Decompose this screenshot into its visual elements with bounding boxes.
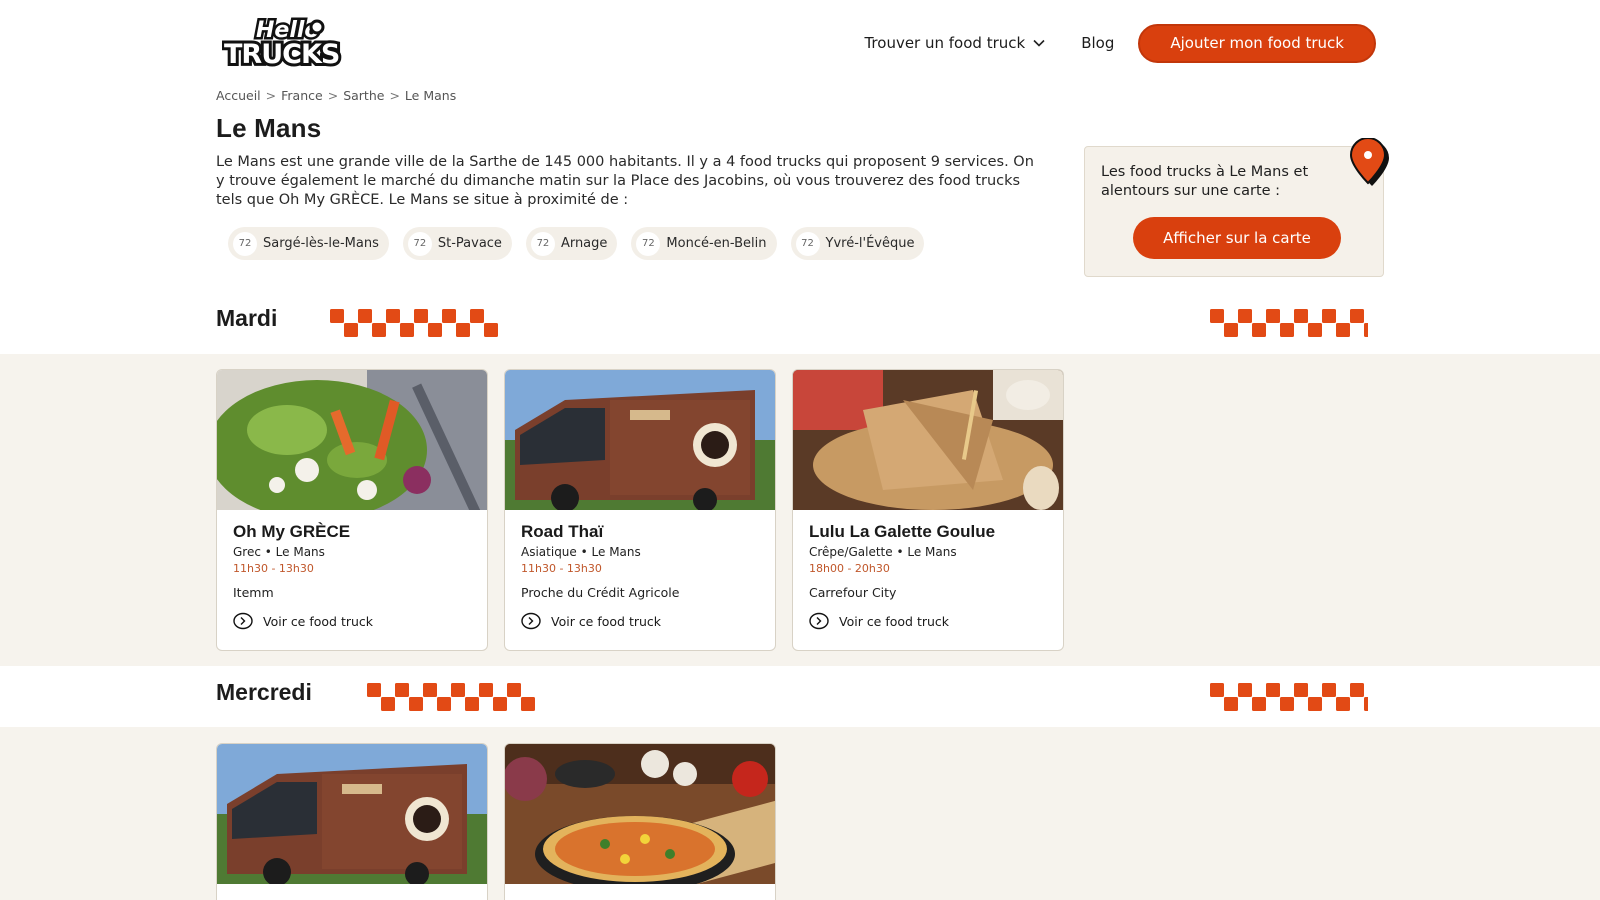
checker-decoration — [1210, 309, 1368, 337]
nearby-city-chip[interactable]: 72 Yvré-l'Évêque — [790, 227, 925, 260]
service-hours: 11h30 - 13h30 — [521, 562, 602, 575]
truck-image — [217, 744, 487, 884]
view-food-truck-link[interactable]: Voir ce food truck — [809, 612, 1047, 630]
dept-badge: 72 — [636, 231, 661, 256]
page-title: Le Mans — [216, 113, 322, 143]
nearby-city-chip[interactable]: 72 Sargé-lès-le-Mans — [228, 227, 389, 260]
map-card-text: Les food trucks à Le Mans et alentours s… — [1101, 164, 1309, 199]
hello-trucks-logo[interactable]: Hello TRUCKS — [222, 15, 358, 72]
breadcrumb-separator: > — [327, 88, 339, 103]
breadcrumb-accueil[interactable]: Accueil — [216, 88, 261, 103]
food-truck-meta: Grec • Le Mans — [233, 545, 325, 559]
food-truck-card[interactable] — [504, 743, 776, 900]
nearby-city-name: Yvré-l'Évêque — [825, 236, 915, 251]
view-food-truck-label: Voir ce food truck — [551, 613, 662, 629]
breadcrumb-sarthe[interactable]: Sarthe — [343, 88, 384, 103]
checker-decoration — [330, 309, 498, 337]
salad-image — [217, 370, 487, 510]
checker-decoration — [367, 683, 535, 711]
city: Le Mans — [907, 545, 957, 559]
food-truck-name: Road Thaï — [521, 522, 604, 541]
food-truck-photo — [217, 744, 487, 884]
food-truck-name: Lulu La Galette Goulue — [809, 522, 996, 541]
city: Le Mans — [275, 545, 325, 559]
galette-image — [793, 370, 1063, 510]
breadcrumb-separator: > — [389, 88, 400, 103]
view-food-truck-link[interactable]: Voir ce food truck — [521, 612, 759, 630]
service-place: Carrefour City — [809, 585, 897, 600]
city-intro: Le Mans est une grande ville de la Sarth… — [216, 154, 1034, 208]
service-hours: 18h00 - 20h30 — [809, 562, 890, 575]
food-truck-card[interactable]: Lulu La Galette Goulue Crêpe/Galette • L… — [792, 369, 1064, 651]
checker-decoration — [1210, 683, 1368, 711]
day-heading-mardi: Mardi — [216, 305, 278, 331]
food-truck-meta: Crêpe/Galette • Le Mans — [809, 545, 957, 559]
day-heading-mercredi: Mercredi — [216, 679, 312, 705]
food-truck-photo — [793, 370, 1063, 510]
food-truck-card[interactable]: Road Thaï Asiatique • Le Mans 11h30 - 13… — [504, 369, 776, 651]
map-card: Les food trucks à Le Mans et alentours s… — [1084, 146, 1384, 277]
city: Le Mans — [591, 545, 641, 559]
nearby-city-chip[interactable]: 72 St-Pavace — [402, 227, 512, 260]
blog-link[interactable]: Blog — [1081, 34, 1114, 52]
breadcrumb-separator: > — [265, 88, 277, 103]
nearby-city-chip[interactable]: 72 Moncé-en-Belin — [631, 227, 777, 260]
food-truck-meta: Asiatique • Le Mans — [521, 545, 641, 559]
dept-badge: 72 — [407, 231, 432, 256]
service-hours: 11h30 - 13h30 — [233, 562, 314, 575]
dept-badge: 72 — [530, 231, 555, 256]
food-truck-card[interactable]: Oh My GRÈCE Grec • Le Mans 11h30 - 13h30… — [216, 369, 488, 651]
view-food-truck-label: Voir ce food truck — [839, 613, 950, 629]
add-food-truck-button[interactable]: Ajouter mon food truck — [1138, 23, 1376, 63]
cuisine: Asiatique — [521, 545, 577, 559]
breadcrumb: Accueil > France > Sarthe > Le Mans — [216, 88, 456, 103]
food-truck-photo — [505, 370, 775, 510]
nearby-city-name: St-Pavace — [437, 236, 502, 251]
view-food-truck-link[interactable]: Voir ce food truck — [233, 612, 471, 630]
show-map-button[interactable]: Afficher sur la carte — [1133, 217, 1341, 259]
breadcrumb-le-mans[interactable]: Le Mans — [405, 88, 456, 103]
pizza-image — [505, 744, 775, 884]
breadcrumb-france[interactable]: France — [281, 88, 323, 103]
find-food-truck-menu[interactable]: Trouver un food truck — [864, 34, 1045, 52]
food-truck-name: Oh My GRÈCE — [233, 522, 351, 541]
dept-badge: 72 — [233, 231, 257, 256]
cuisine: Crêpe/Galette — [809, 545, 893, 559]
find-food-truck-label: Trouver un food truck — [864, 34, 1026, 52]
chevron-down-icon — [1033, 39, 1045, 47]
map-pin-icon — [1349, 138, 1389, 186]
nearby-city-chip[interactable]: 72 Arnage — [525, 227, 618, 260]
arrow-circle-icon — [233, 612, 253, 630]
food-truck-card[interactable] — [216, 743, 488, 900]
truck-image — [505, 370, 775, 510]
cuisine: Grec — [233, 545, 261, 559]
food-truck-photo — [505, 744, 775, 884]
view-food-truck-label: Voir ce food truck — [263, 613, 374, 629]
service-place: Proche du Crédit Agricole — [521, 585, 680, 600]
nearby-city-name: Arnage — [560, 236, 608, 251]
arrow-circle-icon — [809, 612, 829, 630]
nearby-cities: 72 Sargé-lès-le-Mans 72 St-Pavace 72 Arnage… — [228, 227, 925, 260]
arrow-circle-icon — [521, 612, 541, 630]
food-truck-photo — [217, 370, 487, 510]
nearby-city-name: Sargé-lès-le-Mans — [263, 236, 379, 251]
svg-text:TRUCKS: TRUCKS — [224, 39, 339, 70]
main-nav: Trouver un food truck Blog Ajouter mon f… — [864, 23, 1376, 63]
dept-badge: 72 — [795, 231, 820, 256]
service-place: Itemm — [233, 585, 274, 600]
nearby-city-name: Moncé-en-Belin — [666, 236, 767, 251]
